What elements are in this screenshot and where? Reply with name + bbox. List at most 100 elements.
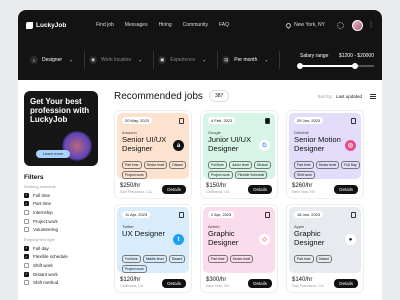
job-card[interactable]: 4 Feb, 2023 Google Junior UI/UX Designer G F… <box>200 110 278 199</box>
promo-title: Get Your best profession with LuckyJob <box>30 97 90 125</box>
company-logo-icon: ◎ <box>345 140 356 151</box>
checkbox[interactable] <box>24 209 29 215</box>
checkbox[interactable] <box>24 227 29 233</box>
nav-messages[interactable]: Messages <box>125 22 148 28</box>
details-button[interactable]: Details <box>162 279 186 288</box>
bookmark-icon[interactable] <box>265 211 270 218</box>
checkbox[interactable]: ✓ <box>24 271 29 277</box>
filter-option-label: Project work <box>33 218 58 224</box>
filter-option-employment[interactable]: Shift method <box>24 278 86 287</box>
designer-field[interactable]: ⌕ Designer ▾ <box>26 51 86 69</box>
filter-option-label: Full day <box>33 245 49 251</box>
details-button[interactable]: Details <box>248 185 272 194</box>
company-logo-icon: a <box>173 140 184 151</box>
job-date: 11 Apr, 2023 <box>122 211 151 218</box>
job-date: 29 Jan, 2023 <box>294 117 324 124</box>
job-tag: Project work <box>122 265 147 273</box>
location-selector[interactable]: New York, NY <box>285 21 325 29</box>
filter-option-schedule[interactable]: Internship <box>24 208 86 217</box>
filter-option-employment[interactable]: Shift work <box>24 261 86 270</box>
filter-option-schedule[interactable]: Volunteering <box>24 225 86 234</box>
nav-hiring[interactable]: Hiring <box>159 22 172 28</box>
job-card[interactable]: 11 Apr, 2023 Twitter UX Designer t Full time… <box>114 204 192 293</box>
search-icon: ⌕ <box>30 56 38 64</box>
per-month-field[interactable]: ▤ Per month ▾ <box>218 51 281 69</box>
chevron-down-icon: ▾ <box>139 57 142 63</box>
details-button[interactable]: Details <box>334 185 358 194</box>
checkbox[interactable]: ✓ <box>24 254 29 260</box>
filter-option-schedule[interactable]: ✓ Full time <box>24 191 86 200</box>
filter-option-label: Shift work <box>33 262 53 268</box>
sort-control[interactable]: Sort by: Last updated <box>317 94 362 99</box>
job-location: San Francisco, CA <box>120 190 152 194</box>
wallet-icon: ▤ <box>222 56 231 64</box>
sort-value: Last updated <box>335 93 362 99</box>
job-card-body: 20 May, 2023 Amazon Senior UI/UX Designer a… <box>117 113 189 179</box>
checkbox[interactable]: ✓ <box>24 192 29 198</box>
per-month-value: Per month <box>234 57 258 63</box>
details-button[interactable]: Details <box>334 279 358 288</box>
checkbox[interactable] <box>24 218 29 224</box>
learn-more-button[interactable]: Learn more <box>36 150 70 158</box>
job-card[interactable]: 20 May, 2023 Amazon Senior UI/UX Designer a… <box>114 110 192 199</box>
briefcase-icon: ▣ <box>158 56 167 64</box>
job-card-body: 29 Jan, 2023 Dribbble Senior Motion Design… <box>289 113 361 179</box>
job-tag: Shift work <box>294 171 315 179</box>
checkbox[interactable]: ✓ <box>24 201 29 207</box>
filters-panel: Filters Working schedule ✓ Full time ✓ Part… <box>24 174 86 287</box>
job-tag: Project work <box>122 171 147 179</box>
details-button[interactable]: Details <box>248 279 272 288</box>
main-header: Recommended jobs 387 Sort by: Last update… <box>114 90 376 102</box>
checkbox[interactable]: ✓ <box>24 245 29 251</box>
checkbox[interactable] <box>24 262 29 268</box>
checkbox[interactable] <box>24 280 29 286</box>
work-location-value: Work location <box>101 57 132 63</box>
salary-slider[interactable] <box>297 63 374 69</box>
job-card[interactable]: 29 Jan, 2023 Dribbble Senior Motion Design… <box>286 110 364 199</box>
nav-faq[interactable]: FAQ <box>219 22 229 28</box>
bookmark-icon[interactable] <box>179 117 184 124</box>
salary-value: $1200 - $20000 <box>338 53 374 59</box>
job-date: 2 Apr, 2023 <box>208 211 235 218</box>
job-card[interactable]: 18 Jan, 2023 Apple Graphic Designer ● Part t… <box>286 204 364 293</box>
job-count-badge: 387 <box>208 90 230 102</box>
more-icon[interactable]: ⋮ <box>368 22 374 28</box>
details-button[interactable]: Details <box>162 185 186 194</box>
job-card[interactable]: 2 Apr, 2023 Airbnb Graphic Designer ◇ Part t… <box>200 204 278 293</box>
experience-field[interactable]: ▣ Experience ▾ <box>154 51 219 69</box>
filter-option-employment[interactable]: ✓ Full day <box>24 244 86 253</box>
bookmark-icon[interactable] <box>179 211 184 218</box>
job-tags: Part time Senior level Full Day Shift work <box>294 161 362 179</box>
brand-logo[interactable]: LuckyJob <box>26 21 78 29</box>
main-nav: Find job Messages Hiring Community FAQ <box>96 22 229 28</box>
job-salary: $120/hr <box>120 277 141 283</box>
bookmark-icon[interactable] <box>351 211 356 218</box>
slider-min-handle[interactable] <box>297 63 303 69</box>
job-tags: Part time Senior level <box>208 255 276 263</box>
slider-max-handle[interactable] <box>351 63 358 69</box>
job-tag: Senior level <box>143 161 168 169</box>
job-date: 20 May, 2023 <box>122 117 152 124</box>
filter-option-employment[interactable]: ✓ Distant work <box>24 270 86 279</box>
gear-icon[interactable] <box>337 21 344 29</box>
job-tags: Full time Middle level Distant Project work <box>122 255 190 273</box>
job-tags: Part time Distant <box>294 255 362 263</box>
filter-icon[interactable] <box>370 93 376 99</box>
bookmark-icon[interactable] <box>265 117 270 124</box>
filter-option-schedule[interactable]: Project work <box>24 217 86 226</box>
search-bar: ⌕ Designer ▾ ◉ Work location ▾ ▣ Experie… <box>18 40 382 80</box>
job-tag: Full Day <box>341 161 360 169</box>
slider-fill <box>300 65 355 67</box>
nav-find-job[interactable]: Find job <box>96 22 114 28</box>
filter-option-employment[interactable]: ✓ Flexible schedule <box>24 253 86 262</box>
promo-banner: Get Your best profession with LuckyJob L… <box>24 91 98 166</box>
avatar[interactable] <box>352 19 363 31</box>
job-card-body: 4 Feb, 2023 Google Junior UI/UX Designer G F… <box>203 113 275 179</box>
job-title: Graphic Designer <box>208 229 239 247</box>
bookmark-icon[interactable] <box>351 117 356 124</box>
nav-community[interactable]: Community <box>183 22 208 28</box>
filter-option-label: Distant work <box>33 271 58 277</box>
filter-option-schedule[interactable]: ✓ Part time <box>24 200 86 209</box>
job-tags: Full time Junior level Distant Project work… <box>208 161 276 179</box>
work-location-field[interactable]: ◉ Work location ▾ <box>85 51 155 69</box>
